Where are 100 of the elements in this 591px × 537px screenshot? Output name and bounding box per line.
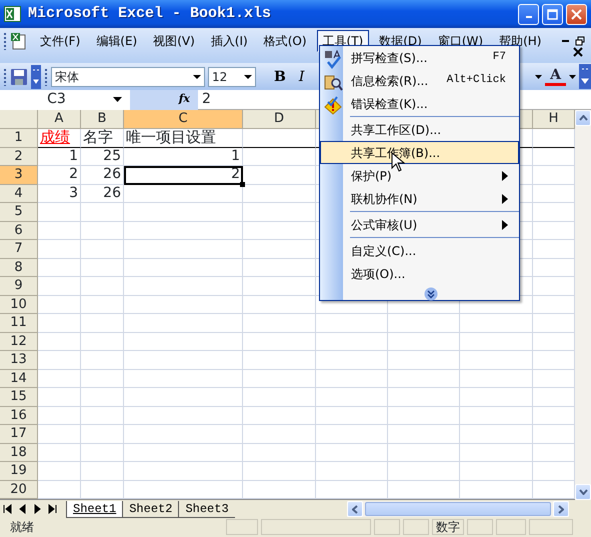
row-header[interactable]: 18	[0, 444, 38, 462]
table-cell[interactable]	[243, 203, 316, 222]
table-cell[interactable]	[38, 314, 81, 332]
table-cell[interactable]	[243, 406, 316, 425]
table-cell[interactable]	[81, 314, 124, 332]
table-cell[interactable]	[81, 444, 124, 462]
restore-icon[interactable]	[575, 36, 585, 46]
table-cell[interactable]	[243, 462, 316, 480]
font-name-combo[interactable]: 宋体	[51, 66, 205, 86]
column-header[interactable]: H	[533, 110, 575, 129]
row-header[interactable]: 2	[0, 148, 38, 166]
menu-item[interactable]: 保护(P)	[320, 164, 519, 187]
table-cell[interactable]	[243, 351, 316, 370]
table-cell[interactable]	[243, 258, 316, 277]
table-cell[interactable]	[388, 351, 460, 370]
table-cell[interactable]	[243, 370, 316, 388]
table-cell[interactable]	[38, 258, 81, 277]
row-header[interactable]: 14	[0, 370, 38, 388]
table-cell[interactable]	[38, 370, 81, 388]
table-cell[interactable]	[38, 425, 81, 444]
close-icon[interactable]	[573, 47, 583, 57]
table-cell[interactable]	[38, 462, 81, 480]
toolbar-options-icon[interactable]	[579, 64, 591, 89]
table-cell[interactable]	[460, 332, 533, 351]
table-cell[interactable]	[81, 332, 124, 351]
table-cell[interactable]: 唯一项目设置	[124, 129, 243, 148]
table-cell[interactable]	[388, 406, 460, 425]
font-color-button[interactable]: A	[545, 67, 566, 86]
table-cell[interactable]	[243, 148, 316, 166]
table-cell[interactable]	[81, 240, 124, 258]
row-header[interactable]: 4	[0, 184, 38, 203]
table-cell[interactable]	[38, 351, 81, 370]
menu-item[interactable]: 共享工作区(D)...	[320, 118, 519, 141]
table-cell[interactable]: 26	[81, 166, 124, 184]
scroll-right-button[interactable]	[553, 501, 569, 517]
table-cell[interactable]	[38, 296, 81, 314]
table-cell[interactable]	[38, 444, 81, 462]
row-header[interactable]: 19	[0, 462, 38, 480]
name-box[interactable]: C3	[0, 90, 130, 110]
table-cell[interactable]	[38, 277, 81, 296]
workbook-icon[interactable]	[10, 32, 28, 50]
table-cell[interactable]	[124, 332, 243, 351]
maximize-button[interactable]	[542, 4, 563, 24]
table-cell[interactable]: 名字	[81, 129, 124, 148]
dropdown-arrow-icon[interactable]	[569, 74, 576, 78]
table-cell[interactable]	[316, 425, 388, 444]
table-cell[interactable]	[38, 222, 81, 240]
column-header[interactable]: A	[38, 110, 81, 129]
column-header[interactable]: C	[124, 110, 243, 129]
expand-menu-icon[interactable]	[424, 287, 438, 301]
toolbar-grip[interactable]	[44, 68, 48, 86]
table-cell[interactable]	[124, 351, 243, 370]
font-size-combo[interactable]: 12	[208, 66, 256, 86]
table-cell[interactable]	[388, 370, 460, 388]
table-cell[interactable]	[460, 444, 533, 462]
table-cell[interactable]	[243, 425, 316, 444]
minimize-icon[interactable]	[562, 40, 569, 42]
row-header[interactable]: 12	[0, 332, 38, 351]
table-cell[interactable]	[388, 462, 460, 480]
row-header[interactable]: 7	[0, 240, 38, 258]
row-header[interactable]: 10	[0, 296, 38, 314]
table-cell[interactable]	[124, 314, 243, 332]
menu-item[interactable]: 视图(V)	[147, 30, 201, 52]
table-cell[interactable]	[316, 351, 388, 370]
table-cell[interactable]: 3	[38, 184, 81, 203]
table-cell[interactable]	[243, 314, 316, 332]
toolbar-grip[interactable]	[3, 32, 7, 50]
toolbar-grip[interactable]	[3, 68, 7, 86]
table-cell[interactable]	[81, 370, 124, 388]
table-cell[interactable]	[38, 203, 81, 222]
row-header[interactable]: 20	[0, 480, 38, 499]
row-header[interactable]: 5	[0, 203, 38, 222]
table-cell[interactable]	[81, 406, 124, 425]
row-header[interactable]: 17	[0, 425, 38, 444]
table-cell[interactable]	[460, 406, 533, 425]
table-cell[interactable]: 26	[81, 184, 124, 203]
table-cell[interactable]	[38, 406, 81, 425]
menu-item[interactable]: 选项(O)...	[320, 262, 519, 285]
table-cell[interactable]	[81, 277, 124, 296]
table-cell[interactable]	[460, 351, 533, 370]
last-sheet-icon[interactable]	[48, 504, 57, 514]
menu-item[interactable]: 信息检索(R)... Alt+Click	[320, 69, 519, 92]
menu-item[interactable]: 插入(I)	[204, 30, 254, 52]
table-cell[interactable]	[81, 296, 124, 314]
table-cell[interactable]	[388, 388, 460, 406]
table-cell[interactable]	[124, 203, 243, 222]
select-all-corner[interactable]	[0, 110, 38, 129]
table-cell[interactable]	[243, 240, 316, 258]
table-cell[interactable]	[38, 332, 81, 351]
menu-item[interactable]: 文件(F)	[34, 30, 86, 52]
insert-function-button[interactable]: fx	[178, 91, 190, 108]
table-cell[interactable]	[81, 351, 124, 370]
table-cell[interactable]	[388, 425, 460, 444]
menu-item[interactable]: 自定义(C)...	[320, 239, 519, 262]
row-header[interactable]: 15	[0, 388, 38, 406]
table-cell[interactable]	[124, 462, 243, 480]
table-cell[interactable]: 成绩	[38, 129, 81, 148]
row-header[interactable]: 1	[0, 129, 38, 148]
toolbar-options-icon[interactable]	[31, 64, 41, 88]
table-cell[interactable]	[388, 444, 460, 462]
